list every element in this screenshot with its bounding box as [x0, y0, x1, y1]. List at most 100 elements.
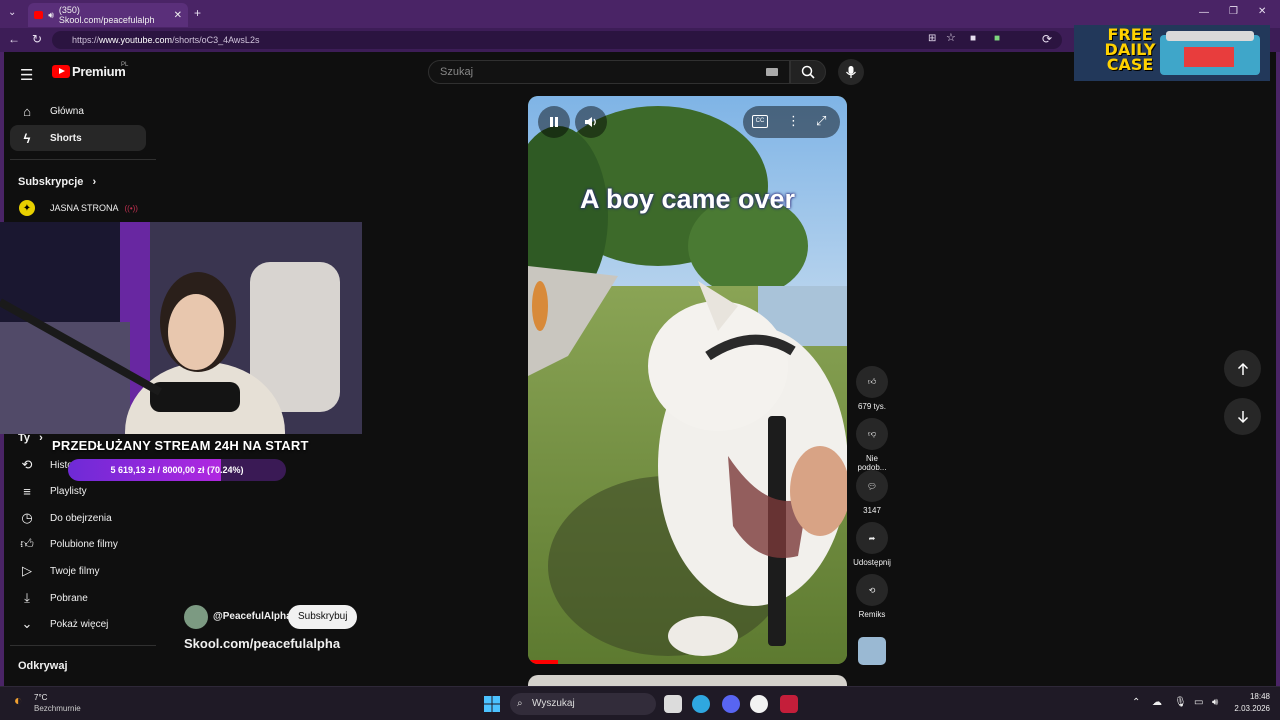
- weather-icon[interactable]: ◐: [14, 692, 22, 708]
- app-icon[interactable]: [780, 695, 798, 713]
- sidebar-item-label: Do obejrzenia: [50, 512, 112, 524]
- your-videos-icon: ▷: [22, 563, 32, 578]
- pause-button[interactable]: [538, 106, 570, 138]
- comments-button[interactable]: 💬︎ 3147: [851, 470, 893, 515]
- weather-temperature[interactable]: 7°C: [34, 693, 47, 702]
- sidebar-item-downloads[interactable]: ⤓ Pobrane: [10, 585, 146, 611]
- tab-title: (350) Skool.com/peacefulalph: [58, 5, 155, 25]
- voice-search-button[interactable]: [838, 59, 864, 85]
- share-button[interactable]: ➦ Udostępnij: [851, 522, 893, 567]
- keyboard-icon[interactable]: [766, 68, 778, 76]
- windows-start-icon[interactable]: [484, 696, 500, 712]
- more-options-icon[interactable]: ⋮: [787, 113, 800, 129]
- share-label: Udostępnij: [853, 558, 891, 567]
- region-code: PL: [121, 62, 129, 68]
- short-video-player[interactable]: A boy came over CC ⋮ ⤢: [528, 96, 847, 664]
- watch-later-icon: ◷: [21, 510, 33, 525]
- bookmark-star-icon[interactable]: ☆: [946, 33, 956, 44]
- previous-short-button[interactable]: [1224, 350, 1261, 387]
- sidebar-item-label: Shorts: [50, 132, 82, 144]
- show-hidden-icons[interactable]: ⌃: [1132, 697, 1140, 708]
- task-view-icon[interactable]: [664, 695, 682, 713]
- remix-icon: ⟲: [856, 574, 888, 606]
- video-caption: A boy came over: [579, 184, 796, 214]
- thumbs-up-icon: 👍︎: [856, 366, 888, 398]
- taskbar-search[interactable]: ⌕ Wyszukaj: [510, 693, 656, 715]
- sidebar-item-shorts[interactable]: ϟ Shorts: [10, 125, 146, 151]
- url-path: /shorts/oC3_4AwsL2s: [172, 35, 260, 45]
- short-title[interactable]: Skool.com/peacefulalpha: [184, 636, 340, 651]
- clock-date[interactable]: 2.03.2026: [1226, 704, 1270, 713]
- pause-icon: [550, 117, 558, 127]
- url-field[interactable]: https://www.youtube.com/shorts/oC3_4AwsL…: [52, 31, 1062, 49]
- sidebar-item-your-videos[interactable]: ▷ Twoje filmy: [10, 558, 146, 584]
- minimize-icon[interactable]: —: [1199, 8, 1209, 18]
- history-icon: ⟲: [21, 457, 33, 472]
- video-frame: [528, 96, 847, 664]
- close-tab-icon[interactable]: ✕: [174, 10, 182, 21]
- sidebar-item-watch-later[interactable]: ◷ Do obejrzenia: [10, 505, 146, 531]
- sidebar-item-label: Pokaż więcej: [50, 618, 109, 630]
- search-button[interactable]: [790, 60, 826, 84]
- subscriptions-heading[interactable]: Subskrypcje ›: [18, 176, 96, 188]
- sidebar-item-subscription[interactable]: ✦ JASNA STRONA ((•)): [10, 195, 146, 221]
- home-icon: ⌂: [23, 103, 31, 119]
- obs-icon[interactable]: [750, 695, 768, 713]
- clock-time[interactable]: 18:48: [1234, 692, 1270, 701]
- back-icon[interactable]: ←: [8, 33, 20, 45]
- edge-browser-icon[interactable]: [692, 695, 710, 713]
- reload-icon[interactable]: ↻: [32, 33, 42, 45]
- sidebar-item-show-more[interactable]: ⌄ Pokaż więcej: [10, 611, 146, 637]
- webcam-image: [0, 222, 362, 434]
- arrow-down-icon: [1237, 410, 1248, 423]
- menu-icon[interactable]: ☰: [20, 66, 33, 84]
- search-input[interactable]: Szukaj: [428, 60, 790, 84]
- sidebar-item-label: Pobrane: [50, 592, 88, 604]
- share-icon: ➦: [856, 522, 888, 554]
- sidebar-item-label: Twoje filmy: [50, 565, 100, 577]
- new-tab-icon[interactable]: +: [194, 7, 201, 19]
- extension-icon[interactable]: ■: [970, 34, 976, 44]
- app-icon[interactable]: ⊞: [928, 34, 936, 44]
- next-short-button[interactable]: [1224, 398, 1261, 435]
- microphone-icon[interactable]: 🎙︎: [1174, 697, 1187, 708]
- subscription-channel-name: JASNA STRONA: [50, 203, 119, 213]
- remix-button[interactable]: ⟲ Remiks: [851, 574, 893, 619]
- sidebar-item-playlists[interactable]: ≡ Playlisty: [10, 478, 146, 504]
- chevron-right-icon: ›: [92, 176, 97, 188]
- webcam-overlay: [0, 222, 362, 434]
- sidebar-item-liked[interactable]: 👍︎ Polubione filmy: [10, 531, 146, 557]
- channel-avatar[interactable]: [184, 605, 208, 629]
- discord-icon[interactable]: [722, 695, 740, 713]
- volume-icon[interactable]: 🔊︎: [1212, 697, 1218, 708]
- youtube-logo-icon[interactable]: [52, 65, 70, 78]
- browser-tab-bar: ⌄ 🔊︎ (350) Skool.com/peacefulalph ✕ + — …: [0, 0, 1280, 28]
- extensions-puzzle-icon[interactable]: ⟳: [1042, 33, 1052, 45]
- browser-tab[interactable]: 🔊︎ (350) Skool.com/peacefulalph ✕: [28, 3, 188, 27]
- restore-icon[interactable]: ❐: [1229, 7, 1238, 17]
- url-host: www.youtube.com: [99, 35, 173, 45]
- volume-button[interactable]: [575, 106, 607, 138]
- subscriptions-heading-label: Subskrypcje: [18, 176, 84, 188]
- tab-list-icon[interactable]: ⌄: [8, 8, 16, 18]
- close-window-icon[interactable]: ✕: [1258, 7, 1266, 17]
- extension-icon[interactable]: ■: [994, 34, 1000, 44]
- premium-logo-text[interactable]: Premium: [72, 64, 126, 79]
- donation-goal-text: 5 619,13 zł / 8000,00 zł (70.24%): [110, 465, 244, 475]
- like-button[interactable]: 👍︎ 679 tys.: [851, 366, 893, 411]
- weather-description[interactable]: Bezchmurnie: [34, 704, 81, 713]
- fullscreen-icon[interactable]: ⤢: [816, 113, 826, 129]
- subscribe-button[interactable]: Subskrybuj: [288, 605, 358, 629]
- sidebar-item-home[interactable]: ⌂ Główna: [10, 98, 146, 124]
- network-icon[interactable]: ▭: [1194, 697, 1203, 708]
- dislike-button[interactable]: 👎︎ Nie podob...: [851, 418, 893, 472]
- shorts-icon: ϟ: [23, 130, 31, 146]
- sidebar-item-label: Polubione filmy: [50, 538, 118, 550]
- channel-handle[interactable]: @PeacefulAlpha: [213, 611, 292, 622]
- next-short-preview[interactable]: [528, 675, 847, 686]
- audio-icon[interactable]: 🔊︎: [48, 10, 54, 21]
- captions-icon[interactable]: CC: [752, 115, 768, 128]
- like-icon: 👍︎: [20, 536, 34, 551]
- onedrive-icon[interactable]: ☁: [1152, 697, 1162, 708]
- sound-thumbnail[interactable]: [858, 637, 886, 665]
